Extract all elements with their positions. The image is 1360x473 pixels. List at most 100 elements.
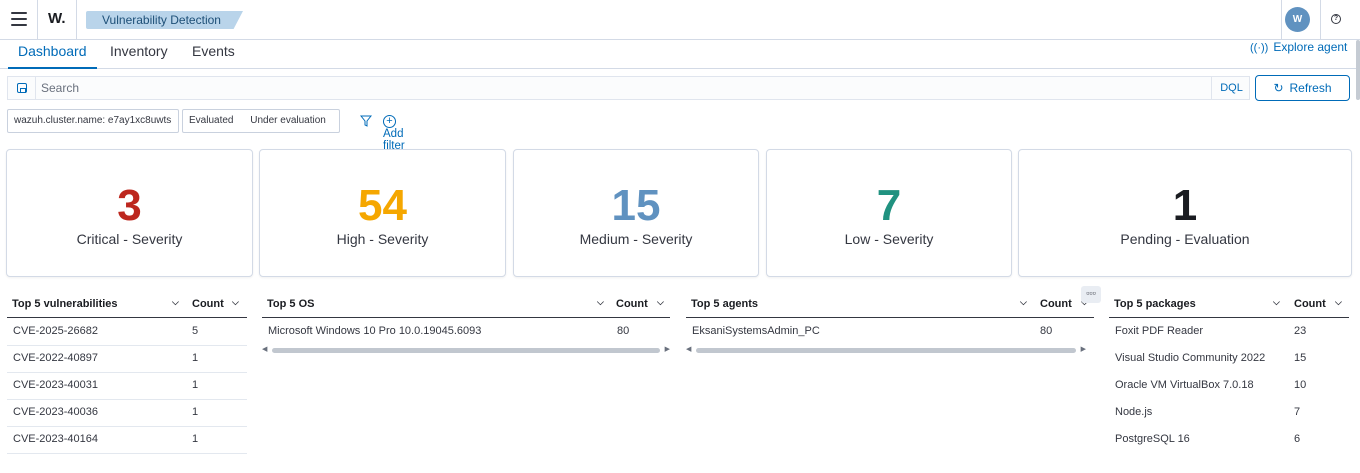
- filter-icon[interactable]: [360, 115, 372, 127]
- filter-pill-cluster[interactable]: wazuh.cluster.name: e7ay1xc8uwts: [7, 109, 179, 133]
- table-row[interactable]: Visual Studio Community 2022 15: [1109, 346, 1349, 373]
- column-header-count[interactable]: Count: [192, 298, 224, 310]
- cell-count: 10: [1294, 379, 1307, 391]
- column-header-name[interactable]: Top 5 packages: [1114, 298, 1196, 310]
- table-header: Top 5 agents ⌵ Count ⌵: [686, 292, 1094, 318]
- cell-name: CVE-2023-40031: [13, 379, 99, 391]
- low-label: Low - Severity: [844, 231, 934, 247]
- help-icon[interactable]: ?: [1331, 14, 1341, 24]
- add-filter-button[interactable]: +Add filter: [383, 113, 405, 152]
- cell-name: Foxit PDF Reader: [1115, 325, 1204, 337]
- tab-inventory[interactable]: Inventory: [110, 43, 168, 59]
- chevron-down-icon[interactable]: ⌵: [1335, 297, 1342, 308]
- panel-options-icon[interactable]: ▫▫▫: [1081, 286, 1101, 303]
- column-header-count[interactable]: Count: [616, 298, 648, 310]
- menu-icon[interactable]: [11, 12, 27, 26]
- table-header: Top 5 packages ⌵ Count ⌵: [1109, 292, 1349, 318]
- cell-count: 7: [1294, 406, 1301, 418]
- cell-name: Microsoft Windows 10 Pro 10.0.19045.6093: [268, 325, 482, 337]
- chevron-down-icon[interactable]: ⌵: [1020, 297, 1027, 308]
- chevron-down-icon[interactable]: ⌵: [1273, 297, 1280, 308]
- cell-name: PostgreSQL 16: [1115, 433, 1190, 445]
- scroll-right-icon[interactable]: ▶: [665, 345, 670, 353]
- filter-pill-evaluation[interactable]: Evaluated Under evaluation: [182, 109, 340, 133]
- table-row[interactable]: CVE-2023-40036 1: [7, 400, 247, 427]
- card-high-severity: 54 High - Severity: [259, 149, 506, 277]
- cell-name: EksaniSystemsAdmin_PC: [692, 325, 820, 337]
- active-tab-indicator: [8, 67, 97, 69]
- wazuh-logo[interactable]: W.: [48, 10, 66, 27]
- table-row[interactable]: EksaniSystemsAdmin_PC 80: [686, 319, 1094, 346]
- table-row[interactable]: Node.js 7: [1109, 400, 1349, 427]
- table-row[interactable]: CVE-2022-40897 1: [7, 346, 247, 373]
- scroll-right-icon[interactable]: ▶: [1081, 345, 1086, 353]
- card-pending-evaluation: 1 Pending - Evaluation: [1018, 149, 1352, 277]
- table-header: Top 5 OS ⌵ Count ⌵: [262, 292, 670, 318]
- horizontal-scrollbar[interactable]: ◀ ▶: [686, 346, 1086, 355]
- chevron-down-icon[interactable]: ⌵: [172, 297, 179, 308]
- divider: [76, 0, 77, 40]
- page-scrollbar[interactable]: [1356, 40, 1360, 100]
- horizontal-scrollbar[interactable]: ◀ ▶: [262, 346, 670, 355]
- breadcrumb[interactable]: Vulnerability Detection: [86, 11, 243, 29]
- pending-label: Pending - Evaluation: [1120, 231, 1250, 247]
- explore-agent-button[interactable]: ((·)) Explore agent: [1250, 40, 1347, 54]
- refresh-icon: ↻: [1273, 81, 1284, 95]
- cell-name: Node.js: [1115, 406, 1153, 418]
- card-low-severity: 7 Low - Severity: [766, 149, 1012, 277]
- critical-label: Critical - Severity: [76, 231, 183, 247]
- table-header: Top 5 vulnerabilities ⌵ Count ⌵: [7, 292, 247, 318]
- divider: [1320, 0, 1321, 40]
- chevron-down-icon[interactable]: ⌵: [597, 297, 604, 308]
- table-row[interactable]: CVE-2023-40164 1: [7, 427, 247, 454]
- cell-name: CVE-2022-40897: [13, 352, 99, 364]
- medium-count: 15: [611, 181, 661, 230]
- cell-name: Oracle VM VirtualBox 7.0.18: [1115, 379, 1254, 391]
- table-row[interactable]: Foxit PDF Reader 23: [1109, 319, 1349, 346]
- cell-name: Visual Studio Community 2022: [1115, 352, 1266, 364]
- column-header-name[interactable]: Top 5 agents: [691, 298, 758, 310]
- cell-count: 1: [192, 379, 199, 391]
- refresh-label: Refresh: [1289, 81, 1332, 95]
- top-nav-bar: W. Vulnerability Detection W ?: [0, 0, 1360, 40]
- critical-count: 3: [117, 181, 142, 230]
- broadcast-icon: ((·)): [1250, 42, 1269, 54]
- table-row[interactable]: Microsoft Windows 10 Pro 10.0.19045.6093…: [262, 319, 670, 346]
- table-row[interactable]: PostgreSQL 16 6: [1109, 427, 1349, 454]
- column-header-count[interactable]: Count: [1040, 298, 1072, 310]
- column-header-name[interactable]: Top 5 OS: [267, 298, 314, 310]
- saved-query-icon[interactable]: [8, 77, 36, 99]
- divider: [37, 0, 38, 40]
- column-header-count[interactable]: Count: [1294, 298, 1326, 310]
- table-row[interactable]: Oracle VM VirtualBox 7.0.18 10: [1109, 373, 1349, 400]
- cell-count: 80: [1040, 325, 1053, 337]
- card-medium-severity: 15 Medium - Severity: [513, 149, 759, 277]
- dql-toggle[interactable]: DQL: [1211, 77, 1251, 99]
- high-count: 54: [358, 181, 407, 230]
- cell-count: 1: [192, 433, 199, 445]
- cell-count: 80: [617, 325, 630, 337]
- refresh-button[interactable]: ↻ Refresh: [1255, 75, 1350, 101]
- chevron-down-icon[interactable]: ⌵: [657, 297, 664, 308]
- tab-dashboard[interactable]: Dashboard: [18, 43, 87, 59]
- cell-count: 5: [192, 325, 199, 337]
- high-label: High - Severity: [336, 231, 429, 247]
- search-bar: Search DQL: [7, 76, 1250, 100]
- table-row[interactable]: CVE-2025-26682 5: [7, 319, 247, 346]
- cell-count: 15: [1294, 352, 1307, 364]
- chevron-down-icon[interactable]: ⌵: [232, 297, 239, 308]
- scroll-left-icon[interactable]: ◀: [262, 345, 267, 353]
- column-header-name[interactable]: Top 5 vulnerabilities: [12, 298, 118, 310]
- user-avatar[interactable]: W: [1285, 7, 1310, 32]
- table-row[interactable]: CVE-2023-40031 1: [7, 373, 247, 400]
- tab-events[interactable]: Events: [192, 43, 235, 59]
- card-critical-severity: 3 Critical - Severity: [6, 149, 253, 277]
- cell-count: 1: [192, 406, 199, 418]
- evaluated-option[interactable]: Evaluated: [189, 115, 233, 126]
- under-evaluation-option[interactable]: Under evaluation: [250, 115, 326, 126]
- low-count: 7: [876, 181, 902, 230]
- search-input[interactable]: Search: [41, 81, 79, 95]
- tab-bar: Dashboard Inventory Events ((·)) Explore …: [0, 40, 1356, 69]
- scroll-left-icon[interactable]: ◀: [686, 345, 691, 353]
- logo-text: W.: [48, 10, 66, 27]
